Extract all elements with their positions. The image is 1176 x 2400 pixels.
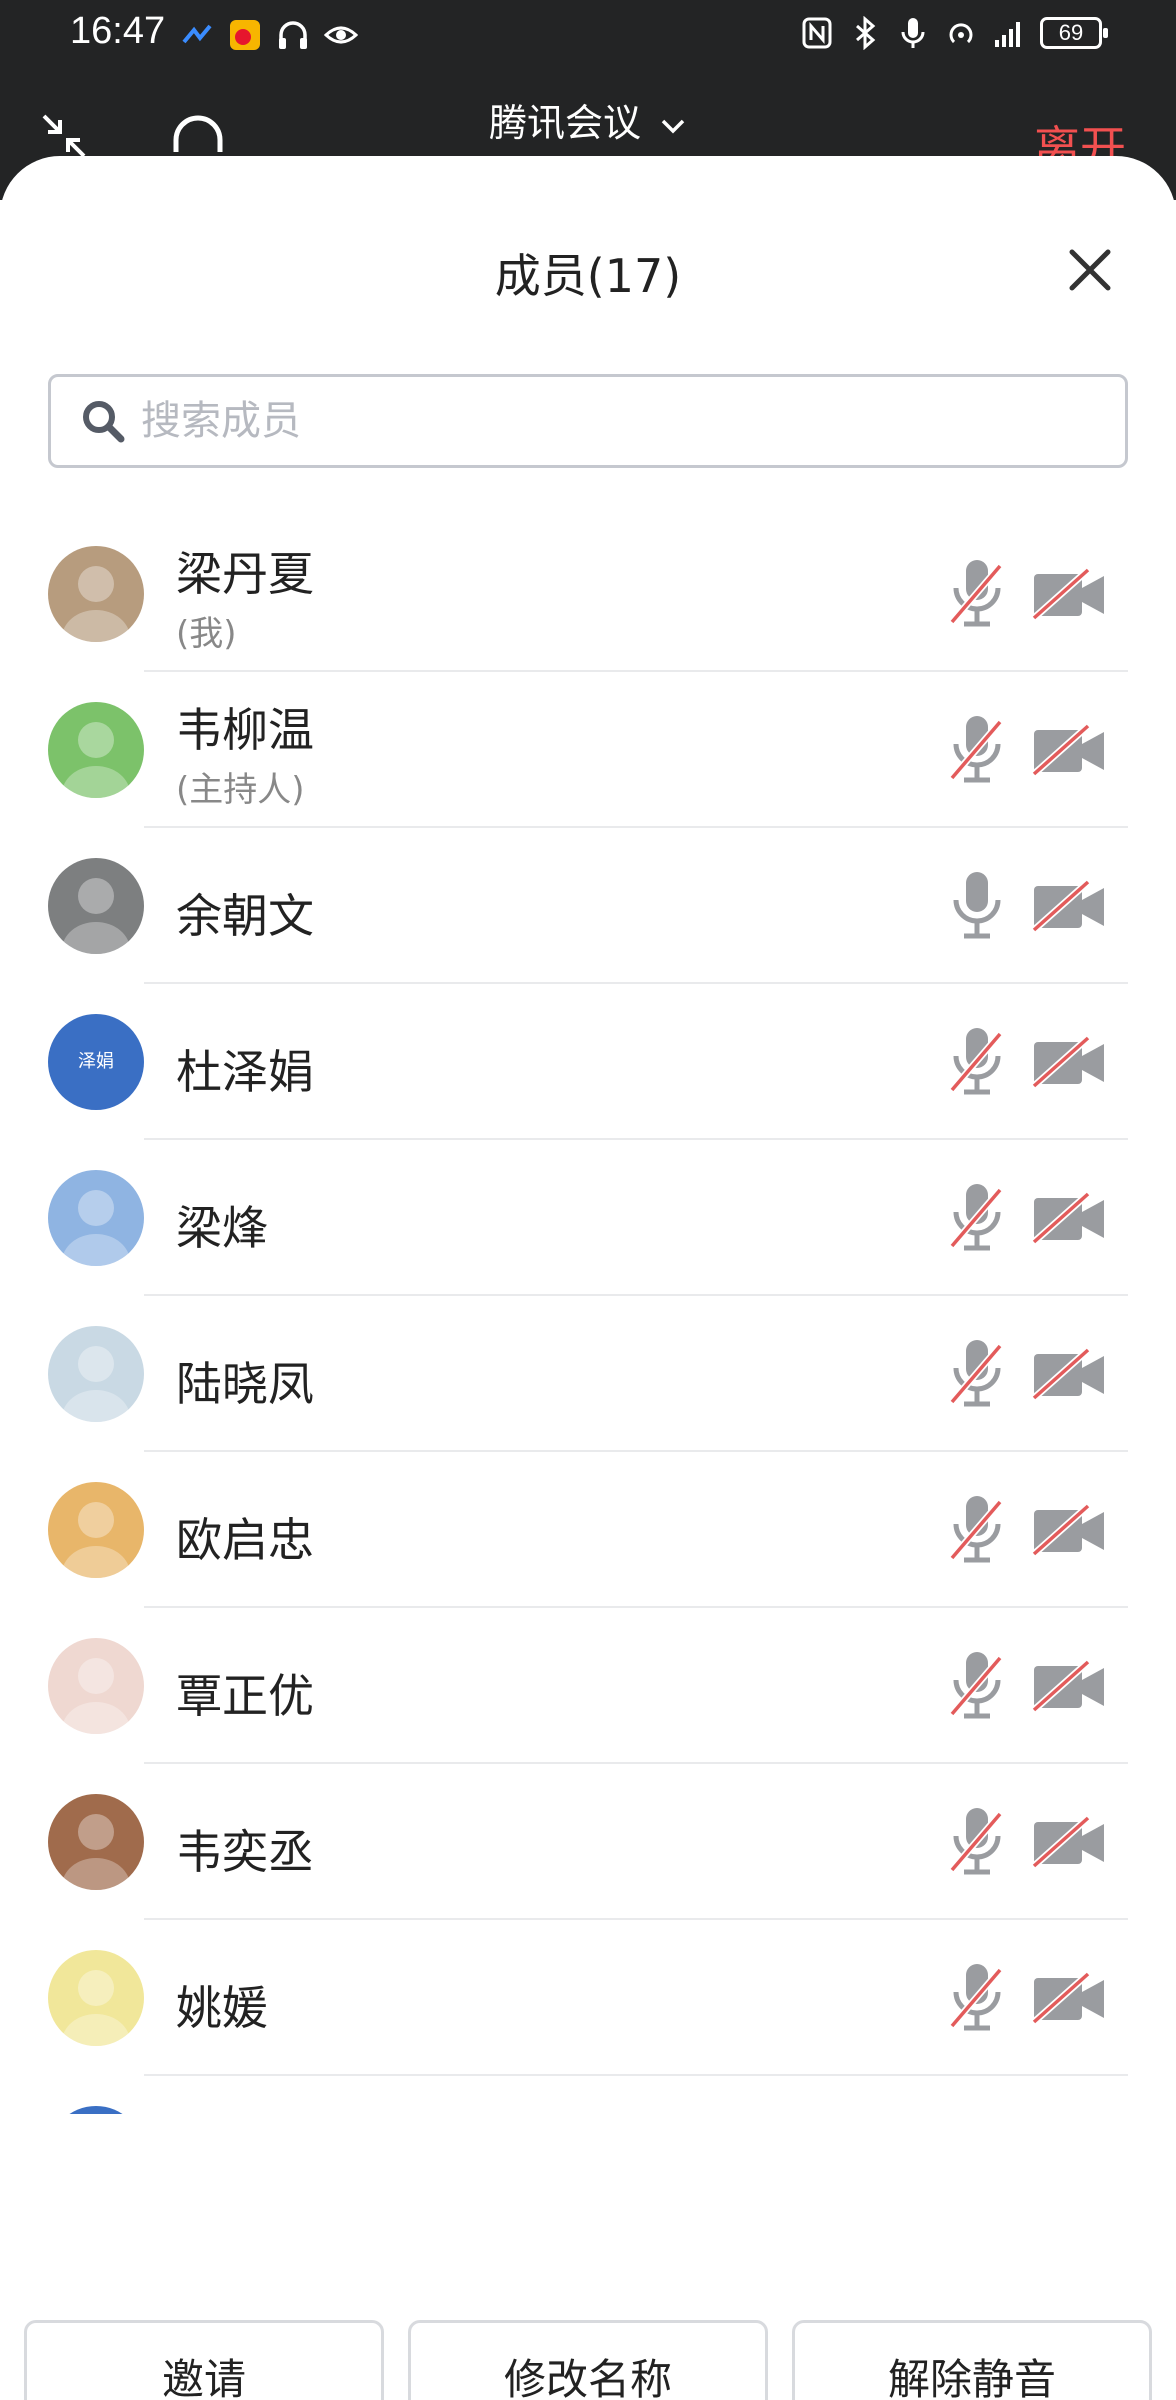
member-role: (主持人): [176, 770, 305, 810]
weibo-icon: [230, 20, 260, 50]
mic-muted-icon[interactable]: [946, 1960, 1008, 2036]
close-icon[interactable]: [1062, 242, 1118, 298]
member-name: 覃正优: [176, 1669, 314, 1723]
member-name: 欧启忠: [176, 1513, 314, 1567]
member-row[interactable]: 梁烽: [0, 1140, 1176, 1296]
avatar: [48, 1794, 144, 1890]
mic-muted-icon[interactable]: [946, 556, 1008, 632]
mic-muted-icon[interactable]: [946, 1336, 1008, 1412]
avatar: [48, 858, 144, 954]
member-name: 韦奕丞: [176, 1825, 314, 1879]
member-row[interactable]: 梁丹夏 (我): [0, 516, 1176, 672]
camera-off-icon[interactable]: [1032, 1032, 1108, 1092]
member-name: 陆晓凤: [176, 1357, 314, 1411]
mic-status-icon: [901, 18, 925, 48]
avatar: 泽娟: [48, 1014, 144, 1110]
avatar-image: [62, 1658, 130, 1734]
row-divider: [144, 2074, 1128, 2076]
mic-muted-icon[interactable]: [946, 1180, 1008, 1256]
chevron-down-icon: [661, 119, 685, 133]
avatar-image: [62, 1190, 130, 1266]
avatar-image: [62, 566, 130, 642]
member-row[interactable]: 韦奕丞: [0, 1764, 1176, 1920]
meeting-title-text: 腾讯会议: [488, 101, 641, 145]
avatar-image: [62, 878, 130, 954]
rename-button[interactable]: 修改名称: [408, 2320, 768, 2400]
search-input[interactable]: [141, 398, 1041, 444]
member-row[interactable]: 欧启忠: [0, 1452, 1176, 1608]
member-list[interactable]: 梁丹夏 (我) 韦柳温 (主持人) 余朝文泽娟 杜泽娟梁烽陆晓凤欧启忠覃正优韦奕丞姚媛: [0, 516, 1176, 2114]
mic-muted-icon[interactable]: [946, 1492, 1008, 1568]
search-icon: [83, 401, 125, 443]
member-row[interactable]: 陆晓凤: [0, 1296, 1176, 1452]
avatar: [48, 546, 144, 642]
member-row[interactable]: 余朝文: [0, 828, 1176, 984]
avatar: [48, 1326, 144, 1422]
camera-off-icon[interactable]: [1032, 1500, 1108, 1560]
member-row[interactable]: 姚媛: [0, 1920, 1176, 2076]
avatar: [48, 1170, 144, 1266]
avatar: [48, 1482, 144, 1578]
action-bar: 邀请 修改名称 解除静音: [0, 2320, 1176, 2400]
avatar-image: [62, 722, 130, 798]
avatar-image: [62, 1814, 130, 1890]
status-bar: 16:47 69: [0, 0, 1176, 70]
member-name: 韦柳温: [176, 703, 314, 757]
signal-icon: [995, 22, 1020, 47]
nfc-icon: [802, 17, 832, 49]
member-row[interactable]: 覃正优: [0, 1608, 1176, 1764]
avatar-image: [62, 1970, 130, 2046]
mic-muted-icon[interactable]: [946, 1804, 1008, 1880]
invite-button[interactable]: 邀请: [24, 2320, 384, 2400]
camera-off-icon[interactable]: [1032, 720, 1108, 780]
avatar-image: [62, 1346, 130, 1422]
member-name: 余朝文: [176, 889, 314, 943]
hotspot-icon: [949, 23, 973, 44]
app-notification-icon: [182, 24, 212, 44]
meeting-title[interactable]: 腾讯会议: [0, 92, 1176, 147]
member-name: 杜泽娟: [176, 1045, 314, 1099]
search-box[interactable]: [48, 374, 1128, 468]
bluetooth-icon: [856, 16, 876, 50]
avatar-image: [62, 1502, 130, 1578]
members-sheet: 成员(17) 梁丹夏 (我) 韦柳温 (主持人) 余朝文泽娟 杜泽娟梁烽陆晓凤欧启忠覃正优…: [0, 156, 1176, 2400]
camera-off-icon[interactable]: [1032, 1968, 1108, 2028]
avatar: [48, 702, 144, 798]
avatar: [48, 2106, 144, 2114]
eye-icon: [324, 26, 358, 44]
status-right-icons: 69: [800, 16, 1108, 50]
mic-muted-icon[interactable]: [946, 1024, 1008, 1100]
member-name: 梁丹夏: [176, 547, 314, 601]
member-row[interactable]: 韦柳温 (主持人): [0, 672, 1176, 828]
member-row[interactable]: 泽娟 杜泽娟: [0, 984, 1176, 1140]
mic-icon[interactable]: [946, 868, 1008, 944]
avatar: [48, 1950, 144, 2046]
member-name: 姚媛: [176, 1981, 268, 2035]
camera-off-icon[interactable]: [1032, 1656, 1108, 1716]
status-left-icons: [180, 18, 358, 52]
member-name: 梁烽: [176, 1201, 268, 1255]
avatar: [48, 1638, 144, 1734]
avatar-initials: 泽娟: [78, 1051, 114, 1072]
unmute-all-button[interactable]: 解除静音: [792, 2320, 1152, 2400]
battery-indicator: 69: [1040, 17, 1108, 49]
status-time: 16:47: [70, 10, 166, 52]
mic-muted-icon[interactable]: [946, 1648, 1008, 1724]
camera-off-icon[interactable]: [1032, 564, 1108, 624]
member-role: (我): [176, 614, 237, 654]
camera-off-icon[interactable]: [1032, 1188, 1108, 1248]
mic-muted-icon[interactable]: [946, 712, 1008, 788]
camera-off-icon[interactable]: [1032, 1812, 1108, 1872]
camera-off-icon[interactable]: [1032, 876, 1108, 936]
camera-off-icon[interactable]: [1032, 1344, 1108, 1404]
sheet-title: 成员(17): [494, 249, 682, 303]
headphone-status-icon: [279, 21, 307, 49]
